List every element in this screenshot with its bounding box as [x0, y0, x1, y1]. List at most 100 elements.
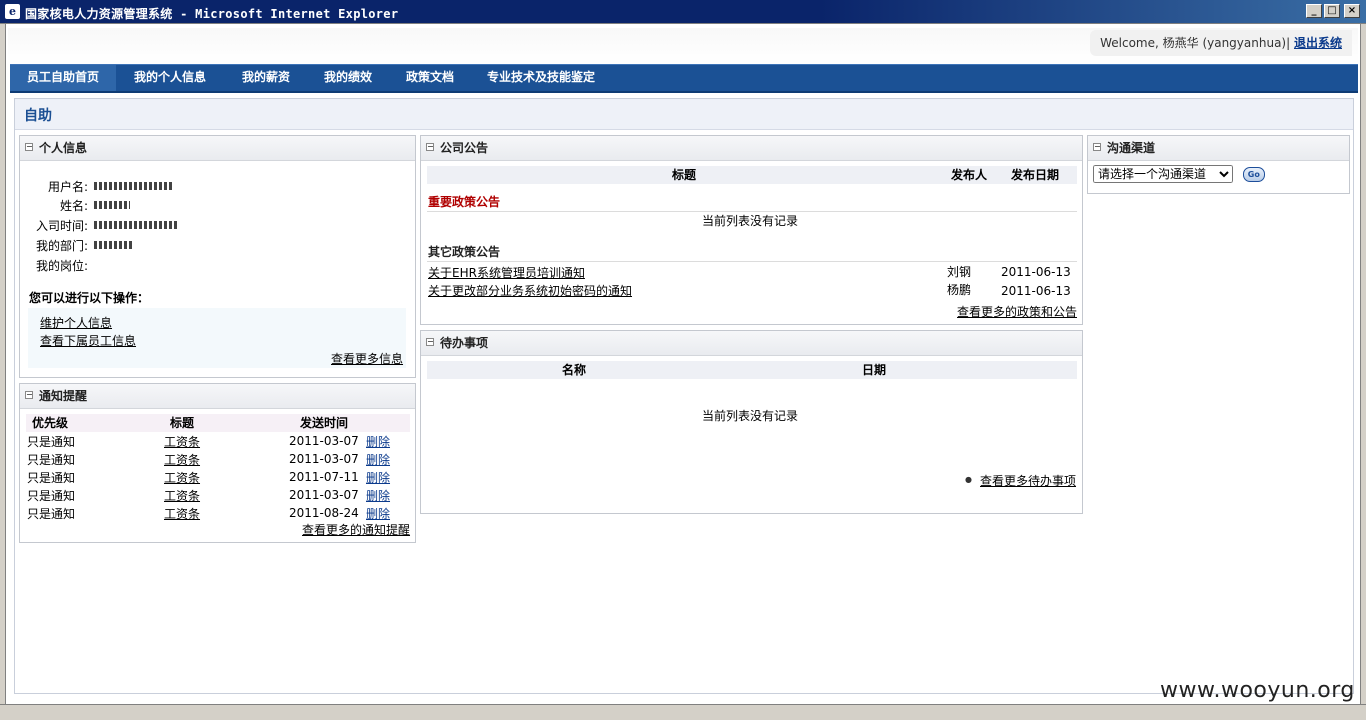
todo-empty-text: 当前列表没有记录 [702, 409, 799, 423]
redacted-username [94, 182, 174, 190]
nav-item-policy-docs[interactable]: 政策文档 [396, 65, 464, 91]
window-controls: _ □ × [1306, 4, 1360, 18]
watermark: www.wooyun.org [1160, 678, 1355, 703]
channels-header: − 沟通渠道 [1088, 136, 1349, 161]
ie-app-icon: e [5, 4, 20, 19]
ops-title: 您可以进行以下操作： [29, 291, 150, 305]
row-priority: 只是通知 [27, 489, 76, 503]
more-announcements-link[interactable]: 查看更多的政策和公告 [957, 303, 1077, 320]
notifications-title: 通知提醒 [39, 389, 88, 403]
nav-item-salary[interactable]: 我的薪资 [232, 65, 300, 91]
important-empty-text: 当前列表没有记录 [702, 214, 799, 228]
row-time: 2011-03-07 [289, 434, 359, 448]
announcement-date: 2011-06-13 [1001, 284, 1071, 298]
window-frame-bottom [0, 704, 1366, 720]
col-subject: 标题 [170, 416, 195, 430]
channels-title: 沟通渠道 [1107, 141, 1156, 155]
nav-item-personal-info[interactable]: 我的个人信息 [122, 65, 218, 91]
announcement-link[interactable]: 关于EHR系统管理员培训通知 [428, 264, 585, 281]
other-section-title: 其它政策公告 [428, 245, 501, 259]
announcement-link[interactable]: 关于更改部分业务系统初始密码的通知 [428, 282, 632, 299]
close-button[interactable]: × [1344, 4, 1360, 18]
row-time: 2011-03-07 [289, 452, 359, 466]
maximize-button[interactable]: □ [1324, 4, 1340, 18]
table-row: 只是通知 工资条 2011-03-07 删除 [26, 432, 410, 450]
row-subject-link[interactable]: 工资条 [164, 469, 200, 486]
col-priority: 优先级 [32, 416, 69, 430]
bullet-icon: ● [965, 475, 972, 484]
row-delete-link[interactable]: 删除 [366, 451, 390, 468]
minimize-button[interactable]: _ [1306, 4, 1322, 18]
personal-info-panel: − 个人信息 用户名: 姓名: 入司时间: 我的部门: 我的岗位: 您可以进行以… [19, 135, 416, 378]
row-subject-link[interactable]: 工资条 [164, 451, 200, 468]
row-delete-link[interactable]: 删除 [366, 469, 390, 486]
welcome-text: Welcome, 杨燕华 (yangyanhua)| [1100, 36, 1291, 50]
collapse-icon[interactable]: − [426, 143, 434, 151]
channel-select[interactable]: 请选择一个沟通渠道 [1093, 165, 1233, 183]
field-label-position: 我的岗位: [35, 259, 88, 273]
field-label-join-date: 入司时间: [35, 219, 88, 233]
row-subject-link[interactable]: 工资条 [164, 433, 200, 450]
table-row: 只是通知 工资条 2011-03-07 删除 [26, 450, 410, 468]
page-title: 自助 [24, 108, 52, 124]
personal-info-title: 个人信息 [39, 141, 88, 155]
col-name: 名称 [562, 363, 587, 377]
notifications-rows: 只是通知 工资条 2011-03-07 删除 只是通知 工资条 2011-03-… [26, 432, 410, 522]
announcements-panel: − 公司公告 标题 发布人 发布日期 重要政策公告 当前列表没有记录 其它政策公… [420, 135, 1083, 325]
personal-info-header: − 个人信息 [20, 136, 415, 161]
view-subordinates-link[interactable]: 查看下属员工信息 [40, 332, 136, 349]
collapse-icon[interactable]: − [426, 338, 434, 346]
announcements-title: 公司公告 [440, 141, 489, 155]
window-title: 国家核电人力资源管理系统 - Microsoft Internet Explor… [25, 7, 399, 21]
todo-table-header: 名称 日期 [427, 361, 1077, 379]
row-time: 2011-08-24 [289, 506, 359, 520]
window-titlebar: e 国家核电人力资源管理系统 - Microsoft Internet Expl… [0, 0, 1366, 24]
redacted-join-date [94, 221, 178, 229]
announcements-header: − 公司公告 [421, 136, 1082, 161]
collapse-icon[interactable]: − [25, 143, 33, 151]
row-delete-link[interactable]: 删除 [366, 433, 390, 450]
col-publisher: 发布人 [951, 168, 988, 182]
more-todo-link[interactable]: 查看更多待办事项 [980, 472, 1076, 489]
more-info-link[interactable]: 查看更多信息 [331, 350, 403, 367]
announcement-date: 2011-06-13 [1001, 265, 1071, 279]
col-subject: 标题 [672, 168, 697, 182]
announcement-publisher: 杨鹏 [947, 283, 972, 297]
row-delete-link[interactable]: 删除 [366, 487, 390, 504]
todo-panel: − 待办事项 名称 日期 当前列表没有记录 ● 查看更多待办事项 [420, 330, 1083, 514]
go-button[interactable]: Go [1242, 167, 1265, 182]
row-delete-link[interactable]: 删除 [366, 505, 390, 522]
announcement-publisher: 刘钢 [947, 265, 972, 279]
ops-box: 维护个人信息 查看下属员工信息 查看更多信息 [28, 308, 406, 368]
important-section-title: 重要政策公告 [428, 195, 501, 209]
collapse-icon[interactable]: − [25, 391, 33, 399]
field-label-username: 用户名: [47, 180, 88, 194]
notifications-panel: − 通知提醒 优先级 标题 发送时间 只是通知 工资条 2011-03-07 删… [19, 383, 416, 543]
field-label-department: 我的部门: [35, 239, 88, 253]
nav-item-skill-appraisal[interactable]: 专业技术及技能鉴定 [478, 65, 604, 91]
row-priority: 只是通知 [27, 435, 76, 449]
row-subject-link[interactable]: 工资条 [164, 505, 200, 522]
page-header: 自助 [15, 99, 1353, 130]
nav-item-home[interactable]: 员工自助首页 [10, 65, 116, 91]
more-notifications-link[interactable]: 查看更多的通知提醒 [302, 521, 410, 538]
col-publish-date: 发布日期 [1011, 168, 1060, 182]
field-label-name: 姓名: [59, 199, 88, 213]
todo-header: − 待办事项 [421, 331, 1082, 356]
divider [427, 261, 1077, 262]
table-row: 只是通知 工资条 2011-07-11 删除 [26, 468, 410, 486]
maintain-info-link[interactable]: 维护个人信息 [40, 314, 112, 331]
row-subject-link[interactable]: 工资条 [164, 487, 200, 504]
window-frame-left [0, 24, 6, 719]
redacted-department [94, 241, 132, 249]
col-send-time: 发送时间 [300, 416, 349, 430]
redacted-name [94, 201, 130, 209]
top-bar: Welcome, 杨燕华 (yangyanhua)| 退出系统 [8, 28, 1358, 62]
collapse-icon[interactable]: − [1093, 143, 1101, 151]
row-time: 2011-03-07 [289, 488, 359, 502]
nav-item-performance[interactable]: 我的绩效 [314, 65, 382, 91]
welcome-box: Welcome, 杨燕华 (yangyanhua)| 退出系统 [1090, 30, 1352, 56]
logout-link[interactable]: 退出系统 [1294, 36, 1342, 50]
row-time: 2011-07-11 [289, 470, 359, 484]
table-row: 只是通知 工资条 2011-03-07 删除 [26, 486, 410, 504]
